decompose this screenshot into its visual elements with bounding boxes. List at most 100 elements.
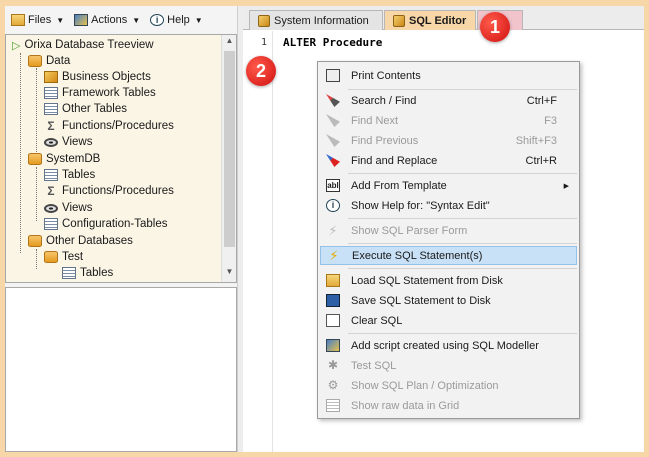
files-menu[interactable]: Files ▼ — [11, 14, 64, 26]
tree-item-framework-tables[interactable]: Framework Tables — [44, 85, 156, 101]
line-number: 1 — [261, 37, 268, 48]
menu-item-label: Show SQL Plan / Optimization — [351, 379, 499, 392]
actions-menu[interactable]: Actions ▼ — [74, 14, 140, 26]
database-icon — [28, 55, 42, 67]
scroll-up-icon[interactable]: ▲ — [222, 36, 236, 50]
eye-icon — [44, 137, 58, 147]
callout-badge-1: 1 — [480, 12, 510, 42]
tree-item-configuration-tables[interactable]: Configuration-Tables — [44, 216, 167, 232]
tree-item-other-databases[interactable]: Other Databases — [28, 233, 133, 249]
menu-item-label: Find and Replace — [351, 154, 438, 167]
tree-item-systemdb[interactable]: SystemDB — [28, 151, 100, 167]
tree-item-functions-procedures[interactable]: Σ Functions/Procedures — [44, 183, 173, 199]
tree-item-label: Tables — [80, 267, 114, 279]
menu-item-print-contents[interactable]: Print Contents — [320, 66, 577, 85]
tree-item-tables[interactable]: Tables — [62, 265, 113, 281]
info-icon: i — [326, 199, 340, 212]
table-icon — [44, 103, 58, 115]
tree-item-label: Tables — [62, 169, 96, 181]
menu-item-label: Test SQL — [351, 359, 397, 372]
menu-item-test-sql[interactable]: ✱ Test SQL — [320, 356, 577, 375]
menu-item-add-from-template[interactable]: abl Add From Template ▶ — [320, 176, 577, 195]
menu-item-execute-sql[interactable]: ⚡ Execute SQL Statement(s) — [320, 246, 577, 265]
help-menu[interactable]: i Help ▼ — [150, 14, 203, 26]
menu-item-shortcut: F3 — [544, 114, 557, 127]
execute-icon: ⚡ — [329, 248, 339, 263]
dropdown-arrow-icon: ▼ — [194, 15, 203, 25]
menu-item-show-sql-plan[interactable]: ⚙ Show SQL Plan / Optimization — [320, 376, 577, 395]
menu-item-label: Find Next — [351, 114, 399, 127]
menu-item-label: Save SQL Statement to Disk — [351, 294, 491, 307]
sql-code-text[interactable]: ALTER Procedure — [283, 36, 382, 49]
tree-item-label: Views — [62, 202, 93, 214]
tree-item-test[interactable]: Test — [44, 249, 83, 265]
scroll-down-icon[interactable]: ▼ — [222, 267, 236, 281]
menu-item-clear-sql[interactable]: Clear SQL — [320, 311, 577, 330]
tree-item-data[interactable]: Data — [28, 53, 70, 69]
menu-item-show-help[interactable]: i Show Help for: "Syntax Edit" — [320, 196, 577, 215]
menu-item-show-sql-parser-form[interactable]: ⚡ Show SQL Parser Form — [320, 221, 577, 240]
properties-panel — [5, 287, 237, 452]
tree-connector — [36, 68, 37, 154]
menu-separator — [348, 173, 577, 174]
menu-separator — [348, 89, 577, 90]
menu-item-add-script-modeller[interactable]: Add script created using SQL Modeller — [320, 336, 577, 355]
menu-item-label: Show raw data in Grid — [351, 399, 460, 412]
tree-item-business-objects[interactable]: Business Objects — [44, 69, 151, 85]
menu-item-search-find[interactable]: Search / Find Ctrl+F — [320, 91, 577, 110]
play-icon: ▷ — [12, 39, 21, 52]
tab-sql-editor[interactable]: SQL Editor — [384, 10, 476, 30]
database-icon — [28, 235, 42, 247]
tree-item-label: SystemDB — [46, 153, 101, 165]
menu-item-save-sql[interactable]: Save SQL Statement to Disk — [320, 291, 577, 310]
clear-icon — [326, 314, 340, 327]
tree-item-label: Orixa Database Treeview — [24, 39, 154, 51]
menu-item-find-next[interactable]: Find Next F3 — [320, 111, 577, 130]
find-icon — [326, 94, 340, 107]
tab-system-information[interactable]: System Information — [249, 10, 383, 30]
toolbar: Files ▼ Actions ▼ i Help ▼ — [5, 6, 237, 34]
database-treeview[interactable]: ▷ Orixa Database Treeview Data Business … — [5, 34, 237, 283]
find-previous-icon — [326, 134, 340, 147]
actions-label: Actions — [91, 14, 128, 26]
menu-item-find-previous[interactable]: Find Previous Shift+F3 — [320, 131, 577, 150]
menu-separator — [348, 218, 577, 219]
tree-connector — [36, 249, 37, 269]
tree-item-label: Framework Tables — [62, 87, 156, 99]
menu-item-label: Find Previous — [351, 134, 419, 147]
tree-item-label: Data — [46, 55, 71, 67]
tree-item-label: Functions/Procedures — [62, 120, 174, 132]
save-icon — [326, 294, 340, 307]
replace-icon — [326, 154, 340, 167]
table-icon — [62, 267, 76, 279]
tree-scrollbar[interactable]: ▲ ▼ — [221, 35, 236, 282]
scrollbar-thumb[interactable] — [224, 51, 235, 247]
help-label: Help — [167, 14, 190, 26]
tree-item-functions-procedures[interactable]: Σ Functions/Procedures — [44, 118, 174, 134]
menu-separator — [348, 268, 577, 269]
sql-editor-icon — [393, 14, 405, 27]
menu-item-show-raw-data[interactable]: Show raw data in Grid — [320, 396, 577, 415]
tab-bar: System Information SQL Editor [...] — [243, 6, 644, 30]
table-icon — [44, 169, 58, 181]
menu-item-shortcut: Shift+F3 — [515, 134, 557, 147]
menu-item-find-and-replace[interactable]: Find and Replace Ctrl+R — [320, 151, 577, 170]
printer-icon — [326, 69, 340, 82]
tree-item-label: Other Tables — [62, 103, 127, 115]
menu-item-shortcut: Ctrl+R — [525, 154, 557, 167]
tree-item-other-tables[interactable]: Other Tables — [44, 101, 127, 117]
bug-icon: ✱ — [327, 358, 339, 372]
dropdown-arrow-icon: ▼ — [132, 15, 141, 25]
tree-item-tables[interactable]: Tables — [44, 167, 95, 183]
tree-item-views[interactable]: Views — [44, 134, 92, 150]
help-icon: i — [150, 14, 165, 26]
menu-item-label: Search / Find — [351, 94, 417, 107]
tree-item-views[interactable]: Views — [44, 200, 92, 216]
find-next-icon — [326, 114, 340, 127]
menu-item-load-sql[interactable]: Load SQL Statement from Disk — [320, 271, 577, 290]
menu-separator — [348, 333, 577, 334]
menu-item-label: Print Contents — [351, 69, 421, 82]
actions-icon — [74, 14, 89, 26]
tree-item-root[interactable]: ▷ Orixa Database Treeview — [12, 37, 154, 53]
tab-label: System Information — [274, 14, 369, 27]
